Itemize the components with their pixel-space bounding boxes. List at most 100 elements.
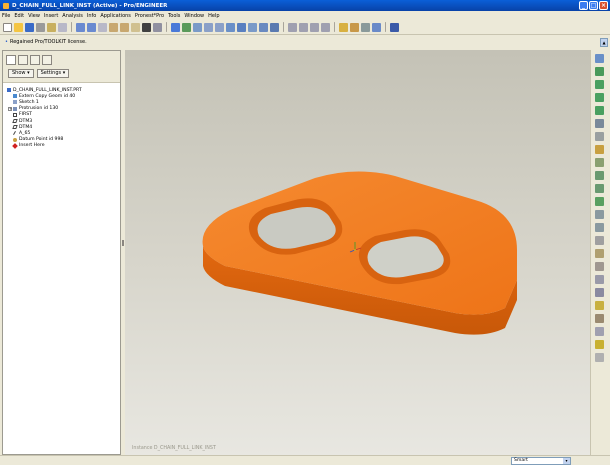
message-area: • Regained Pro/TOOLKIT license.	[0, 38, 600, 47]
history-tab-icon[interactable]	[42, 55, 52, 65]
solidify-icon[interactable]	[595, 353, 604, 362]
new-icon[interactable]	[3, 22, 12, 32]
undo-icon[interactable]	[76, 22, 85, 32]
tree-item-label: Extern Copy Geom id 40	[19, 93, 76, 99]
close-button[interactable]: ×	[599, 1, 608, 10]
datum-planes-icon[interactable]	[339, 22, 348, 32]
shell-icon[interactable]	[595, 249, 604, 258]
pattern-icon[interactable]	[595, 301, 604, 310]
tree-item-label: Insert Here	[19, 143, 45, 149]
refit-icon[interactable]	[226, 22, 235, 32]
model-tree: D_CHAIN_FULL_LINK_INST.PRT Extern Copy G…	[3, 83, 120, 149]
view-manager-icon[interactable]	[270, 22, 279, 32]
chamfer-icon[interactable]	[595, 210, 604, 219]
favorites-tab-icon[interactable]	[30, 55, 40, 65]
datum-point-tool-icon[interactable]	[595, 93, 604, 102]
reorient-icon[interactable]	[237, 22, 246, 32]
rib-icon[interactable]	[595, 223, 604, 232]
menu-edit[interactable]: Edit	[14, 13, 24, 19]
tree-item-insert-here[interactable]: Insert Here	[7, 142, 120, 149]
copy-icon[interactable]	[98, 22, 107, 32]
menu-window[interactable]: Window	[184, 13, 204, 19]
menu-file[interactable]: File	[2, 13, 10, 19]
tree-item-label: Datum Point id 998	[19, 137, 64, 143]
maximize-button[interactable]: □	[589, 1, 598, 10]
merge-icon[interactable]	[595, 275, 604, 284]
menu-view[interactable]: View	[28, 13, 40, 19]
draft-icon[interactable]	[595, 236, 604, 245]
find-icon[interactable]	[142, 22, 151, 32]
mirror-icon[interactable]	[595, 262, 604, 271]
hole-icon[interactable]	[595, 184, 604, 193]
paste-special-icon[interactable]	[120, 22, 129, 32]
zoom-in-icon[interactable]	[204, 22, 213, 32]
select-icon[interactable]	[153, 22, 162, 32]
datum-points-icon[interactable]	[361, 22, 370, 32]
offset-icon[interactable]	[595, 327, 604, 336]
feature-toolbar	[590, 50, 608, 455]
csys-icon[interactable]	[372, 22, 381, 32]
email-icon[interactable]	[47, 22, 56, 32]
thicken-icon[interactable]	[595, 340, 604, 349]
menu-applications[interactable]: Applications	[100, 13, 131, 19]
sketch-icon	[13, 100, 17, 105]
filter-value: Smart	[514, 458, 528, 463]
repaint-icon[interactable]	[171, 22, 180, 32]
settings-dropdown[interactable]: Settings ▾	[36, 69, 70, 78]
insert-here-icon	[12, 142, 18, 149]
cut-icon[interactable]	[58, 22, 67, 32]
menu-info[interactable]: Info	[87, 13, 96, 19]
intersect-icon[interactable]	[595, 314, 604, 323]
datum-axes-icon[interactable]	[350, 22, 359, 32]
save-icon[interactable]	[25, 22, 34, 32]
window-title: D_CHAIN_FULL_LINK_INST (Active) - Pro/EN…	[12, 2, 168, 9]
blend-icon[interactable]	[595, 171, 604, 180]
spin-center-icon[interactable]	[182, 22, 191, 32]
show-dropdown[interactable]: Show ▾	[8, 69, 34, 78]
graphics-window[interactable]: Instance D_CHAIN_FULL_LINK_INST	[125, 50, 590, 455]
hidden-icon[interactable]	[299, 22, 308, 32]
revolve-icon[interactable]	[595, 145, 604, 154]
sweep-icon[interactable]	[595, 158, 604, 167]
print-icon[interactable]	[36, 22, 45, 32]
tree-item-label: FIRST	[19, 112, 32, 118]
wireframe-icon[interactable]	[321, 22, 330, 32]
saved-views-icon[interactable]	[248, 22, 257, 32]
selection-filter-select[interactable]: Smart ▾	[511, 457, 571, 465]
layers-icon[interactable]	[259, 22, 268, 32]
toolbar-separator	[385, 22, 386, 32]
paste-icon[interactable]	[109, 22, 118, 32]
tree-options-row: Show ▾ Settings ▾	[3, 67, 120, 83]
datum-axis-tool-icon[interactable]	[595, 67, 604, 76]
title-bar: D_CHAIN_FULL_LINK_INST (Active) - Pro/EN…	[0, 0, 610, 11]
minimize-button[interactable]: _	[579, 1, 588, 10]
help-icon[interactable]	[390, 22, 399, 32]
redo-icon[interactable]	[87, 22, 96, 32]
menu-analysis[interactable]: Analysis	[62, 13, 83, 19]
extrude-icon[interactable]	[595, 132, 604, 141]
menu-insert[interactable]: Insert	[44, 13, 58, 19]
analysis-tool-icon[interactable]	[595, 119, 604, 128]
tree-item-label: A_65	[19, 130, 31, 136]
expand-icon[interactable]: +	[8, 106, 12, 111]
open-icon[interactable]	[14, 22, 23, 32]
zoom-out-icon[interactable]	[215, 22, 224, 32]
menu-pronest[interactable]: Pronest*Pro	[135, 13, 164, 19]
orient-icon[interactable]	[193, 22, 202, 32]
datum-plane-tool-icon[interactable]	[595, 54, 604, 63]
app-icon	[3, 2, 9, 9]
menu-tools[interactable]: Tools	[168, 13, 180, 19]
message-scroll-button[interactable]: ▲	[600, 38, 608, 47]
no-hidden-icon[interactable]	[310, 22, 319, 32]
shading-icon[interactable]	[288, 22, 297, 32]
menu-help[interactable]: Help	[208, 13, 219, 19]
message-text: Regained Pro/TOOLKIT license.	[9, 39, 87, 45]
csys-tool-icon[interactable]	[595, 106, 604, 115]
regenerate-icon[interactable]	[131, 22, 140, 32]
datum-curve-tool-icon[interactable]	[595, 80, 604, 89]
folder-browser-tab-icon[interactable]	[18, 55, 28, 65]
trim-icon[interactable]	[595, 288, 604, 297]
model-tree-tab-icon[interactable]	[6, 55, 16, 65]
chevron-down-icon: ▾	[563, 458, 570, 464]
round-icon[interactable]	[595, 197, 604, 206]
